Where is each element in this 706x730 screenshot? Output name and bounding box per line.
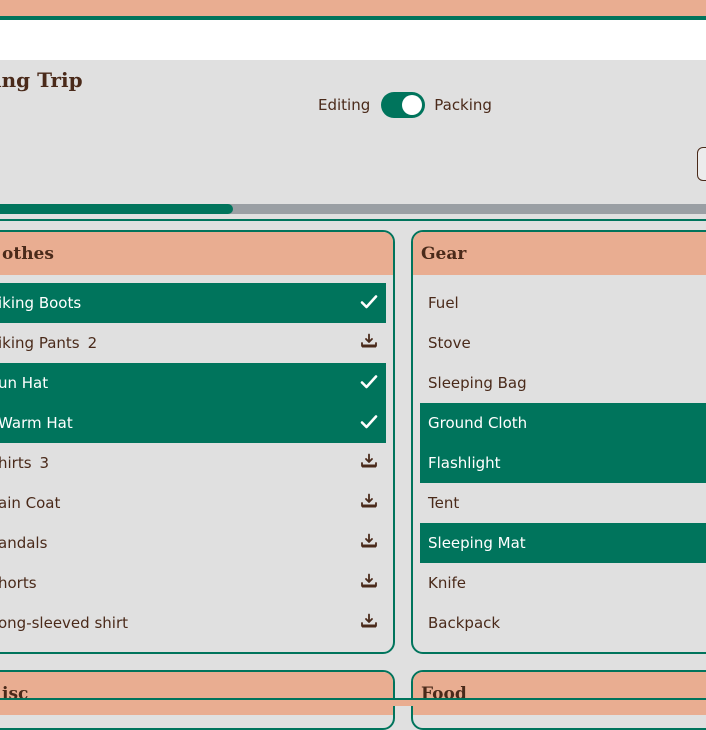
category-header: othes xyxy=(0,232,393,275)
item-label: iking Pants xyxy=(0,334,80,352)
pack-tray-icon[interactable] xyxy=(360,613,378,631)
list-item[interactable]: Ground Cloth xyxy=(420,403,706,443)
list-item[interactable]: Tent xyxy=(420,483,706,523)
trip-title: ing Trip xyxy=(0,68,83,92)
packing-label: Packing xyxy=(434,96,492,114)
packing-progress-bar xyxy=(0,204,706,214)
item-label: iking Boots xyxy=(0,294,82,312)
list-item[interactable]: iking Pants 2 xyxy=(0,323,386,363)
list-item[interactable]: iking Boots xyxy=(0,283,386,323)
progress-fill xyxy=(0,204,233,214)
top-banner xyxy=(0,0,706,16)
list-item[interactable]: ong-sleeved shirt xyxy=(0,603,386,643)
item-label: un Hat xyxy=(0,374,49,392)
list-item[interactable]: horts xyxy=(0,563,386,603)
category-header: Food xyxy=(413,672,706,715)
item-label: ong-sleeved shirt xyxy=(0,614,128,632)
item-label: Flashlight xyxy=(428,454,501,472)
item-label: horts xyxy=(0,574,37,592)
item-label: Warm Hat xyxy=(0,414,73,432)
check-icon[interactable] xyxy=(360,413,378,431)
action-button[interactable] xyxy=(697,147,706,181)
pack-tray-icon[interactable] xyxy=(360,533,378,551)
list-item[interactable]: Sleeping Mat xyxy=(420,523,706,563)
list-item[interactable]: hirts 3 xyxy=(0,443,386,483)
category-header: isc xyxy=(0,672,393,715)
item-label: Knife xyxy=(428,574,467,592)
section-divider xyxy=(0,219,706,221)
pack-tray-icon[interactable] xyxy=(360,453,378,471)
item-label: Fuel xyxy=(428,294,459,312)
list-item[interactable]: Fuel xyxy=(420,283,706,323)
list-item[interactable]: Warm Hat xyxy=(0,403,386,443)
pack-tray-icon[interactable] xyxy=(360,573,378,591)
mode-switch: Editing Packing xyxy=(318,92,492,118)
item-label: ain Coat xyxy=(0,494,61,512)
list-item[interactable]: Knife xyxy=(420,563,706,603)
list-item[interactable]: ain Coat xyxy=(0,483,386,523)
item-label: Stove xyxy=(428,334,471,352)
item-list: Fuel Stove Sleeping Bag Ground Cloth Flashli… xyxy=(413,275,706,643)
list-item[interactable]: Backpack xyxy=(420,603,706,643)
list-item[interactable]: un Hat xyxy=(0,363,386,403)
item-list: iking Boots iking Pants 2 un Hat Warm Hat hir… xyxy=(0,275,393,643)
bottom-banner xyxy=(0,700,706,706)
list-item[interactable]: Stove xyxy=(420,323,706,363)
nav-bar xyxy=(0,20,706,60)
list-item[interactable]: Sleeping Bag xyxy=(420,363,706,403)
mode-toggle[interactable] xyxy=(381,92,426,118)
category-header: Gear xyxy=(413,232,706,275)
check-icon[interactable] xyxy=(360,293,378,311)
item-label: Backpack xyxy=(428,614,501,632)
list-item[interactable]: Flashlight xyxy=(420,443,706,483)
category-card-gear: Gear Fuel Stove Sleeping Bag Ground Cloth Fl… xyxy=(411,230,706,654)
category-card-clothes: othes iking Boots iking Pants 2 un Hat Warm … xyxy=(0,230,395,654)
item-label: hirts xyxy=(0,454,32,472)
item-quantity: 3 xyxy=(39,454,50,472)
item-label: Ground Cloth xyxy=(428,414,528,432)
item-label: Tent xyxy=(428,494,460,512)
list-item[interactable]: andals xyxy=(0,523,386,563)
item-label: Sleeping Bag xyxy=(428,374,527,392)
item-label: andals xyxy=(0,534,48,552)
toggle-knob xyxy=(402,95,423,115)
pack-tray-icon[interactable] xyxy=(360,333,378,351)
editing-label: Editing xyxy=(318,96,371,114)
pack-tray-icon[interactable] xyxy=(360,493,378,511)
check-icon[interactable] xyxy=(360,373,378,391)
item-quantity: 2 xyxy=(87,334,98,352)
item-label: Sleeping Mat xyxy=(428,534,526,552)
